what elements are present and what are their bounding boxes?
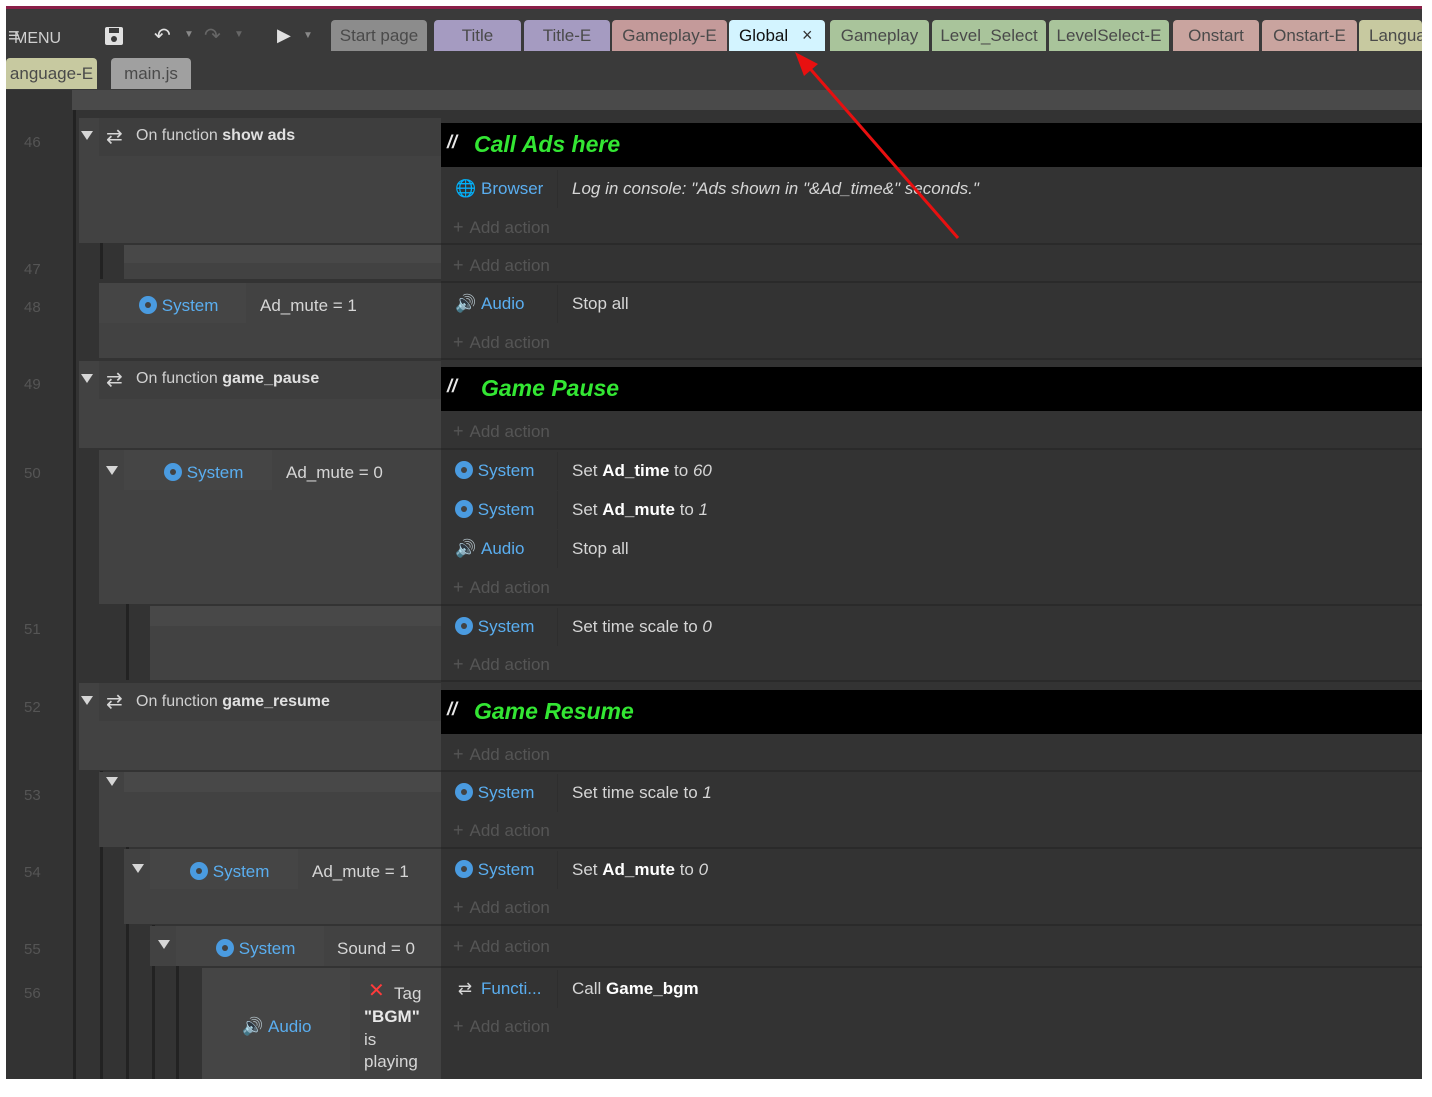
arrow-shaft — [804, 63, 960, 239]
annotation-arrow — [795, 52, 960, 239]
event-sheet-window: ≡ MENU ↶ ▼ ↷ ▼ ▶ ▼ Start page Title Titl… — [6, 6, 1422, 1079]
